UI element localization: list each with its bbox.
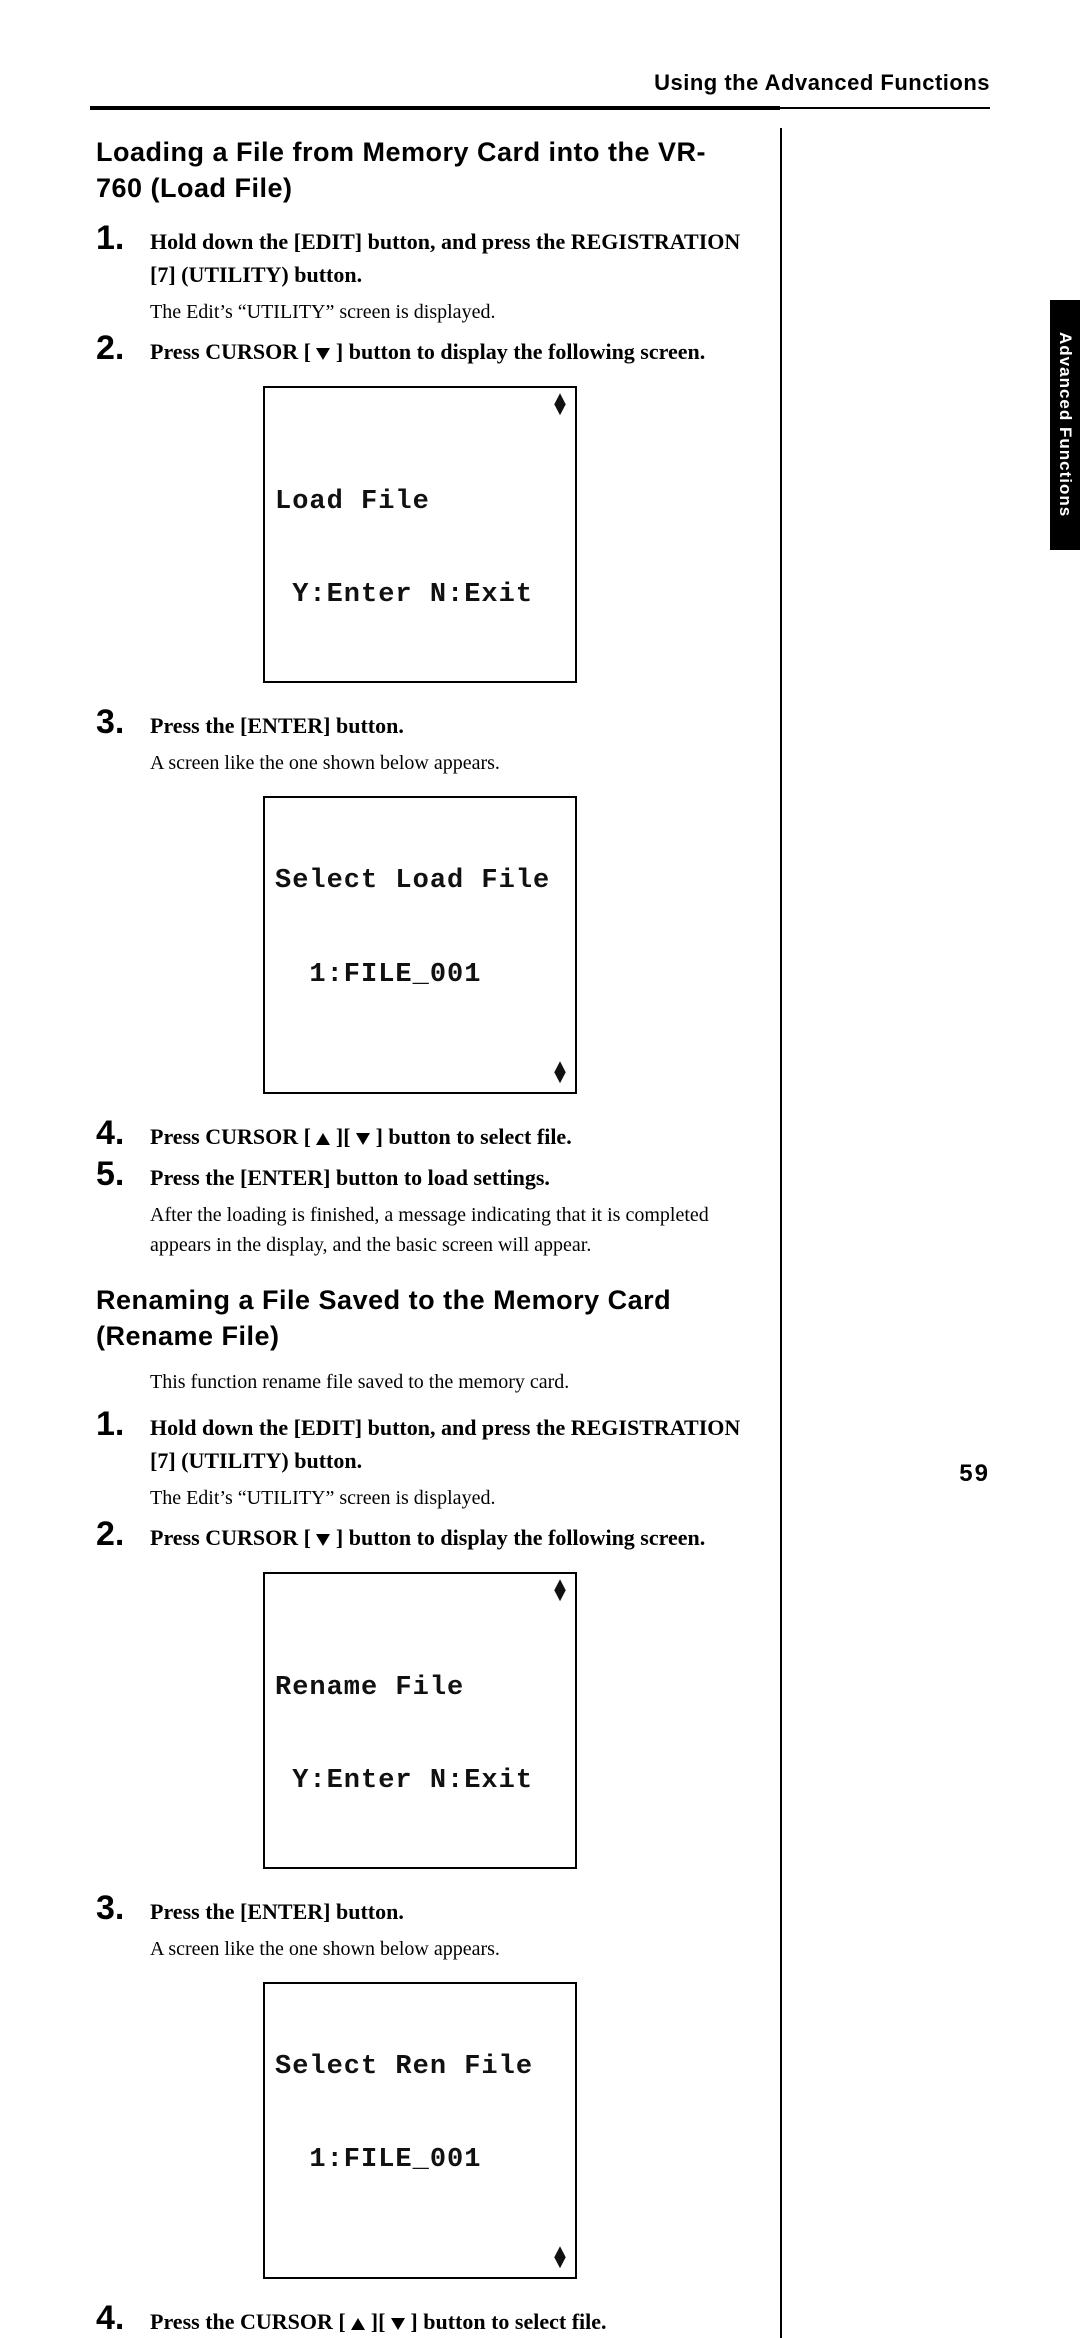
step-instruction: Press the CURSOR [ ][ ] button to select… [150, 2305, 750, 2338]
section-intro: This function rename file saved to the m… [150, 1367, 750, 1397]
lcd-screen: ▲▼ Load File Y:Enter N:Exit [90, 386, 750, 683]
step-number: 1. [90, 219, 150, 258]
lcd-screen: Select Ren File 1:FILE_001 ▲▼ [90, 1982, 750, 2279]
step-number: 2. [90, 1515, 150, 1554]
down-triangle-icon [316, 1534, 330, 1546]
step-number: 4. [90, 1114, 150, 1153]
step-instruction: Hold down the [EDIT] button, and press t… [150, 1411, 750, 1477]
step: 2. Press CURSOR [ ] button to display th… [90, 1515, 750, 1554]
step: 1. Hold down the [EDIT] button, and pres… [90, 219, 750, 327]
updown-arrow-icon: ▲▼ [554, 396, 567, 416]
lcd-line: Select Ren File [275, 2052, 565, 2083]
lcd-line: Y:Enter N:Exit [275, 580, 565, 611]
down-triangle-icon [391, 2318, 405, 2330]
section-title-load-file: Loading a File from Memory Card into the… [96, 134, 750, 207]
step-number: 1. [90, 1405, 150, 1444]
step: 5. Press the [ENTER] button to load sett… [90, 1155, 750, 1260]
step: 1. Hold down the [EDIT] button, and pres… [90, 1405, 750, 1513]
step-number: 4. [90, 2299, 150, 2338]
step-number: 3. [90, 703, 150, 742]
step-note: A screen like the one shown below appear… [150, 748, 750, 778]
step-instruction: Press the [ENTER] button. [150, 1895, 750, 1928]
header-rule [90, 106, 990, 110]
step-instruction: Press CURSOR [ ] button to display the f… [150, 335, 750, 368]
updown-arrow-icon: ▲▼ [554, 1582, 567, 1602]
step-instruction: Press CURSOR [ ][ ] button to select fil… [150, 1120, 750, 1153]
page: Using the Advanced Functions Loading a F… [0, 0, 1080, 1528]
side-column [782, 128, 990, 2338]
step-instruction: Press the [ENTER] button. [150, 709, 750, 742]
lcd-line: Select Load File [275, 866, 565, 897]
lcd-line: Rename File [275, 1673, 565, 1704]
step: 2. Press CURSOR [ ] button to display th… [90, 329, 750, 368]
updown-arrow-icon: ▲▼ [554, 1064, 567, 1084]
step-instruction: Press the [ENTER] button to load setting… [150, 1161, 750, 1194]
step: 3. Press the [ENTER] button. A screen li… [90, 703, 750, 778]
lcd-line: 1:FILE_001 [275, 960, 565, 991]
step-note: The Edit’s “UTILITY” screen is displayed… [150, 297, 750, 327]
step-number: 2. [90, 329, 150, 368]
step-number: 3. [90, 1889, 150, 1928]
down-triangle-icon [356, 1133, 370, 1145]
lcd-screen: ▲▼ Rename File Y:Enter N:Exit [90, 1572, 750, 1869]
chapter-tab: Advanced Functions [1050, 300, 1080, 550]
main-column: Loading a File from Memory Card into the… [90, 128, 780, 2338]
step-number: 5. [90, 1155, 150, 1194]
down-triangle-icon [316, 348, 330, 360]
lcd-line: 1:FILE_001 [275, 2145, 565, 2176]
updown-arrow-icon: ▲▼ [554, 2249, 567, 2269]
chapter-tab-label: Advanced Functions [1055, 332, 1075, 517]
step-instruction: Press CURSOR [ ] button to display the f… [150, 1521, 750, 1554]
step: 4. Press CURSOR [ ][ ] button to select … [90, 1114, 750, 1153]
lcd-line: Y:Enter N:Exit [275, 1766, 565, 1797]
step: 4. Press the CURSOR [ ][ ] button to sel… [90, 2299, 750, 2338]
step-note: After the loading is finished, a message… [150, 1200, 750, 1260]
step: 3. Press the [ENTER] button. A screen li… [90, 1889, 750, 1964]
page-number: 59 [959, 1460, 990, 1488]
columns: Loading a File from Memory Card into the… [90, 128, 990, 2338]
step-instruction: Hold down the [EDIT] button, and press t… [150, 225, 750, 291]
step-note: The Edit’s “UTILITY” screen is displayed… [150, 1483, 750, 1513]
step-note: A screen like the one shown below appear… [150, 1934, 750, 1964]
running-head: Using the Advanced Functions [90, 70, 990, 106]
up-triangle-icon [316, 1133, 330, 1145]
lcd-line: Load File [275, 487, 565, 518]
section-title-rename-file: Renaming a File Saved to the Memory Card… [96, 1282, 750, 1355]
up-triangle-icon [351, 2318, 365, 2330]
lcd-screen: Select Load File 1:FILE_001 ▲▼ [90, 796, 750, 1093]
